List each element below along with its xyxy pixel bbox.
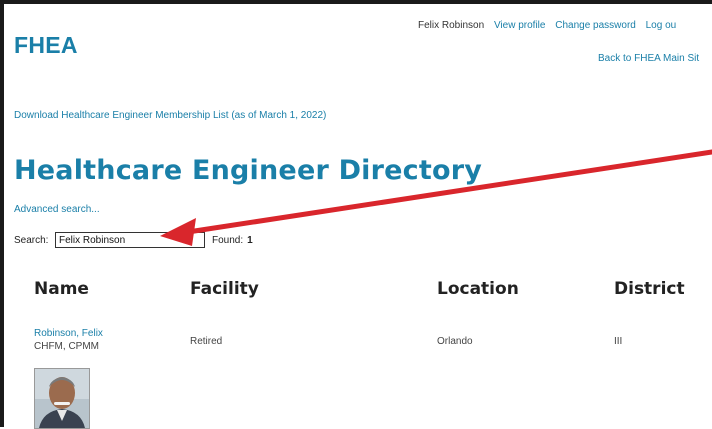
member-district: III: [614, 336, 623, 347]
member-credentials: CHFM, CPMM: [34, 341, 99, 352]
advanced-search-link[interactable]: Advanced search...: [14, 204, 100, 215]
user-name: Felix Robinson: [418, 20, 485, 31]
log-out-link[interactable]: Log ou: [646, 20, 677, 31]
download-membership-list-link[interactable]: Download Healthcare Engineer Membership …: [14, 110, 326, 121]
top-navigation: Felix Robinson View profile Change passw…: [418, 20, 683, 31]
page-title: Healthcare Engineer Directory: [14, 155, 483, 186]
member-photo: [34, 368, 90, 429]
search-input[interactable]: [55, 232, 205, 248]
found-number: 1: [247, 235, 253, 246]
member-name-link[interactable]: Robinson, Felix: [34, 328, 103, 339]
column-header-facility[interactable]: Facility: [190, 279, 259, 299]
site-logo[interactable]: FHEA: [14, 32, 78, 59]
back-to-main-site-link[interactable]: Back to FHEA Main Sit: [598, 53, 699, 64]
member-facility: Retired: [190, 336, 223, 347]
column-header-district[interactable]: District: [614, 279, 685, 299]
search-label: Search:: [14, 235, 49, 246]
screenshot-frame: [0, 0, 712, 427]
column-header-name[interactable]: Name: [34, 279, 89, 299]
view-profile-link[interactable]: View profile: [494, 20, 546, 31]
member-location: Orlando: [437, 336, 473, 347]
change-password-link[interactable]: Change password: [555, 20, 636, 31]
table-row: Robinson, Felix CHFM, CPMM: [34, 328, 103, 352]
found-count: Found: 1: [212, 235, 253, 246]
column-header-location[interactable]: Location: [437, 279, 519, 299]
found-label: Found:: [212, 235, 244, 246]
